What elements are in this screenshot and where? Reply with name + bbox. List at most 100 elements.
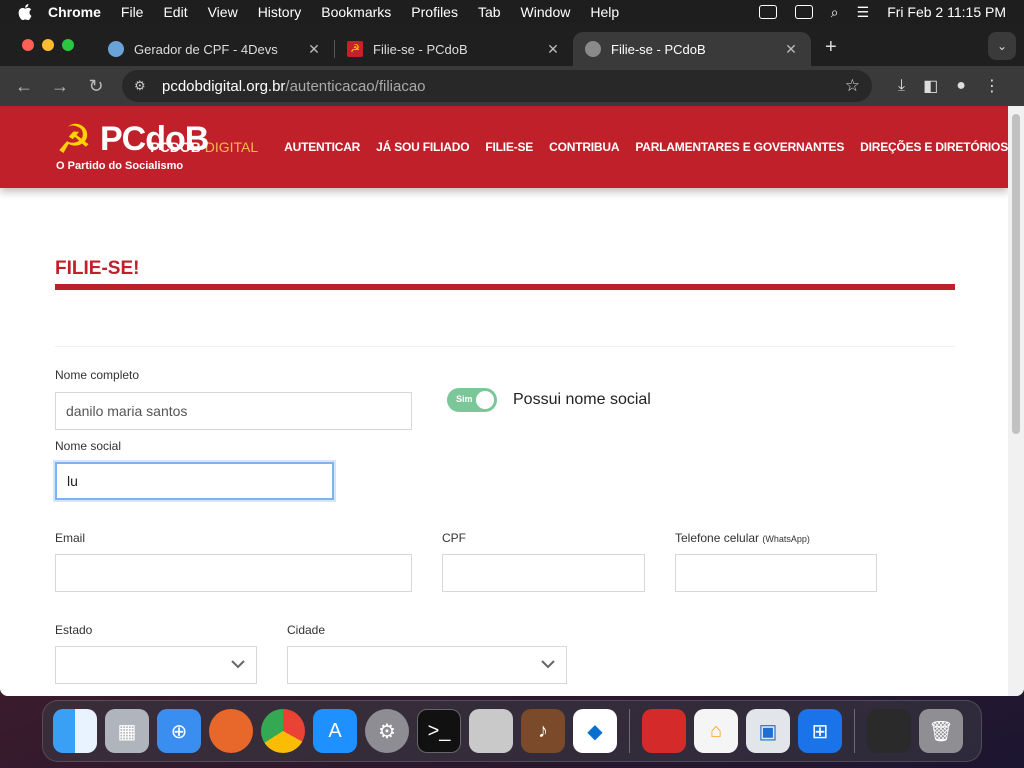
url-path: /autenticacao/filiacao: [285, 77, 426, 95]
full-name-label: Nome completo: [55, 368, 140, 382]
social-name-input[interactable]: [55, 462, 334, 500]
tab-title: Filie-se - PCdoB: [611, 41, 706, 57]
tab-title: Filie-se - PCdoB: [373, 41, 468, 57]
section-divider: [55, 346, 955, 347]
social-name-toggle-label: Possui nome social: [513, 391, 651, 408]
social-name-label: Nome social: [55, 439, 122, 453]
new-tab-button[interactable]: +: [825, 36, 837, 59]
menubar-clock[interactable]: Fri Feb 2 11:15 PM: [887, 4, 1006, 20]
dock-separator: [854, 709, 855, 753]
menu-view[interactable]: View: [208, 4, 238, 20]
tab-gerador-cpf[interactable]: Gerador de CPF - 4Devs ✕: [96, 32, 334, 66]
minimized-window-icon[interactable]: [867, 709, 911, 753]
pcdob-logo[interactable]: ☭ PCdoB O Partido do Socialismo: [56, 118, 209, 176]
minimize-window-button[interactable]: [42, 39, 54, 51]
scrollbar-thumb[interactable]: [1012, 114, 1020, 434]
chrome-icon[interactable]: [261, 709, 305, 753]
nav-contribua[interactable]: CONTRIBUA: [549, 140, 619, 154]
system-settings-icon[interactable]: ⚙: [365, 709, 409, 753]
garageband-icon[interactable]: ♪: [521, 709, 565, 753]
phone-input[interactable]: [675, 554, 877, 592]
firefox-icon[interactable]: [209, 709, 253, 753]
menu-tab[interactable]: Tab: [478, 4, 501, 20]
home-icon[interactable]: ⌂: [694, 709, 738, 753]
tab-search-chevron-icon[interactable]: ⌄: [988, 32, 1016, 60]
menu-bookmarks[interactable]: Bookmarks: [321, 4, 391, 20]
spotlight-search-icon[interactable]: ⌕: [831, 4, 839, 21]
bookmark-star-icon[interactable]: ☆: [845, 76, 860, 96]
tab-filie-se-1[interactable]: ☭ Filie-se - PCdoB ✕: [335, 32, 573, 66]
menu-file[interactable]: File: [121, 4, 144, 20]
finder-icon[interactable]: [53, 709, 97, 753]
trash-icon[interactable]: 🗑: [919, 709, 963, 753]
nav-autenticar[interactable]: AUTENTICAR: [284, 140, 360, 154]
macos-menu-bar: Chrome File Edit View History Bookmarks …: [0, 0, 1024, 24]
side-panel-icon[interactable]: ◧: [923, 76, 938, 96]
menu-profiles[interactable]: Profiles: [411, 4, 458, 20]
page-scrollbar[interactable]: [1008, 106, 1024, 696]
web-page: ☭ PCdoB O Partido do Socialismo PCDOB DI…: [0, 106, 1024, 696]
state-select[interactable]: [55, 646, 257, 684]
site-settings-icon[interactable]: ⚙: [134, 78, 150, 94]
pcdob-icon: ☭: [347, 41, 363, 57]
hammer-sickle-icon: ☭: [56, 118, 92, 162]
nav-parlamentares[interactable]: PARLAMENTARES E GOVERNANTES: [635, 140, 844, 154]
zoom-window-button[interactable]: [62, 39, 74, 51]
back-icon[interactable]: ←: [10, 72, 38, 100]
close-tab-icon[interactable]: ✕: [545, 41, 561, 58]
tab-strip: Gerador de CPF - 4Devs ✕ ☭ Filie-se - PC…: [0, 24, 1024, 66]
tab-filie-se-active[interactable]: Filie-se - PCdoB ✕: [573, 32, 811, 66]
safari-icon[interactable]: ⊕: [157, 709, 201, 753]
nav-ja-sou-filiado[interactable]: JÁ SOU FILIADO: [376, 140, 469, 154]
cpf-input[interactable]: [442, 554, 645, 592]
macos-dock: ▦ ⊕ A ⚙ >_ ♪ ◆ ⌂ ▣ ⊞ 🗑: [42, 700, 982, 762]
menu-edit[interactable]: Edit: [163, 4, 187, 20]
site-nav: AUTENTICAR JÁ SOU FILIADO FILIE-SE CONTR…: [284, 140, 1008, 154]
chevron-down-icon: [540, 656, 556, 672]
globe-icon: [108, 41, 124, 57]
url-host: pcdobdigital.org.br: [162, 77, 286, 95]
site-name-accent: DIGITAL: [200, 139, 259, 155]
city-select[interactable]: [287, 646, 567, 684]
dock-separator: [629, 709, 630, 753]
toggle-text: Sim: [456, 394, 473, 404]
close-tab-icon[interactable]: ✕: [783, 41, 799, 58]
screen-mirroring-icon[interactable]: [758, 5, 777, 19]
page-title: FILIE-SE!: [55, 258, 140, 279]
terminal-icon[interactable]: >_: [417, 709, 461, 753]
profile-icon[interactable]: ●: [956, 77, 966, 95]
close-tab-icon[interactable]: ✕: [306, 41, 322, 58]
social-name-toggle[interactable]: Sim: [447, 388, 497, 412]
address-bar[interactable]: ⚙ pcdobdigital.org.br /autenticacao/fili…: [122, 70, 872, 102]
photo-booth-icon[interactable]: [642, 709, 686, 753]
logo-tagline: O Partido do Socialismo: [56, 160, 184, 172]
vscode-icon[interactable]: ◆: [573, 709, 617, 753]
control-center-icon[interactable]: ☰: [857, 4, 870, 21]
apple-icon[interactable]: [18, 4, 34, 20]
forward-icon[interactable]: →: [46, 72, 74, 100]
browser-toolbar: ← → ↻ ⚙ pcdobdigital.org.br /autenticaca…: [0, 66, 1024, 106]
nav-filie-se[interactable]: FILIE-SE: [485, 140, 533, 154]
download-icon[interactable]: ⤓: [898, 77, 905, 95]
launchpad-icon[interactable]: ▦: [105, 709, 149, 753]
windows-app-icon[interactable]: ⊞: [798, 709, 842, 753]
phone-label-text: Telefone celular: [675, 531, 760, 545]
app-store-icon[interactable]: A: [313, 709, 357, 753]
full-name-input[interactable]: [55, 392, 412, 430]
nav-direcoes[interactable]: DIREÇÕES E DIRETÓRIOS: [860, 140, 1008, 154]
more-menu-icon[interactable]: ⋮: [984, 76, 1000, 96]
menu-help[interactable]: Help: [590, 4, 619, 20]
email-input[interactable]: [55, 554, 412, 592]
chevron-down-icon: [230, 656, 246, 672]
city-label: Cidade: [287, 623, 326, 637]
reload-icon[interactable]: ↻: [82, 72, 110, 100]
stage-manager-icon[interactable]: [794, 5, 813, 19]
close-window-button[interactable]: [22, 39, 34, 51]
window-controls: [22, 39, 74, 51]
menu-history[interactable]: History: [258, 4, 302, 20]
menu-window[interactable]: Window: [521, 4, 571, 20]
menu-app-chrome[interactable]: Chrome: [48, 4, 101, 20]
boot-camp-icon[interactable]: [469, 709, 513, 753]
remote-desktop-icon[interactable]: ▣: [746, 709, 790, 753]
logo-brand: PCdoB: [100, 120, 209, 158]
